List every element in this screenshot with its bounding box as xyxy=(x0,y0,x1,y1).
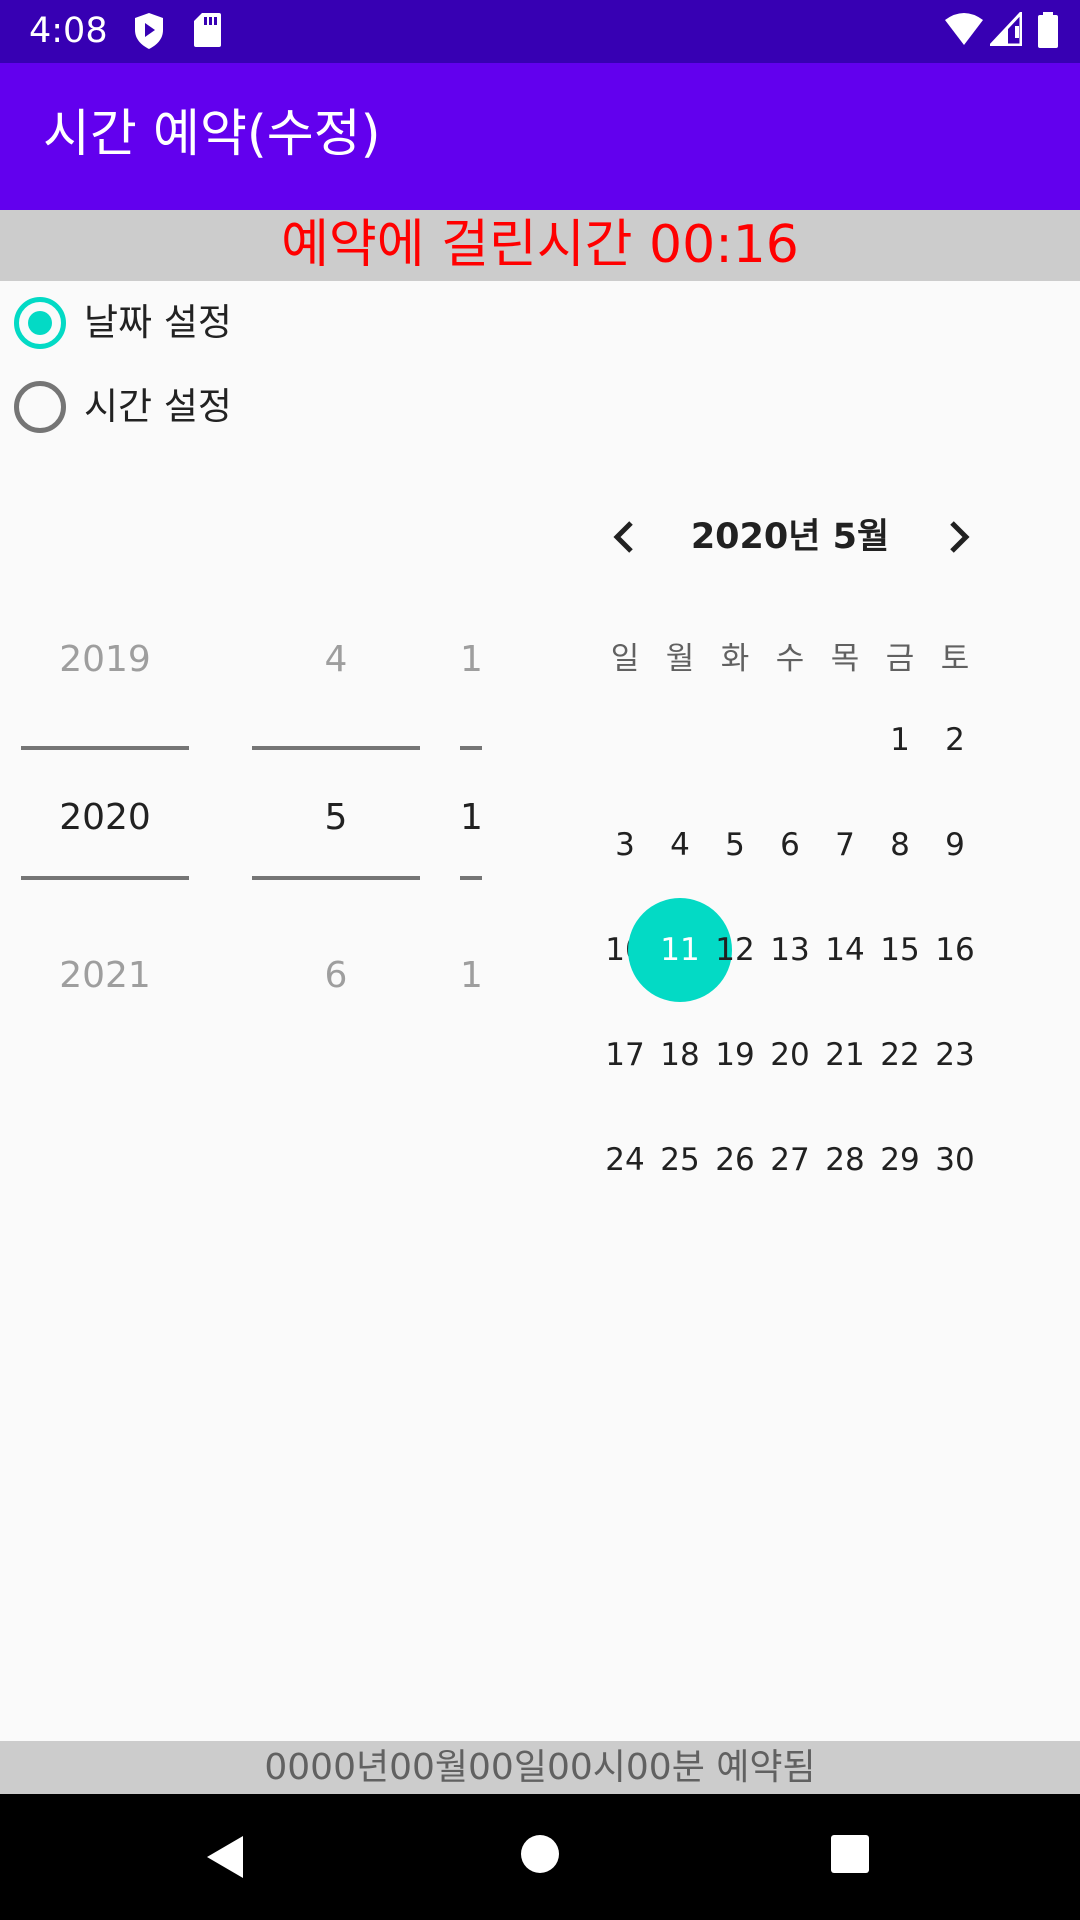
calendar-day[interactable]: 8 xyxy=(872,823,928,867)
picker-divider xyxy=(252,876,420,880)
weekday-label: 금 xyxy=(885,641,915,677)
month-prev-value[interactable]: 4 xyxy=(252,636,420,684)
radio-button-unchecked-icon[interactable] xyxy=(14,381,66,433)
elapsed-time-banner: 예약에 걸린시간 00:16 xyxy=(0,210,1080,281)
calendar-day[interactable]: 18 xyxy=(652,1033,708,1077)
year-picker[interactable]: 2019 2020 2021 xyxy=(21,620,189,1000)
weekday-label: 토 xyxy=(940,641,970,677)
calendar-day[interactable]: 3 xyxy=(597,823,653,867)
radio-date-setting[interactable]: 날짜 설정 xyxy=(14,295,414,351)
radio-time-setting[interactable]: 시간 설정 xyxy=(14,379,414,435)
calendar-day[interactable]: 19 xyxy=(707,1033,763,1077)
picker-divider xyxy=(21,746,189,750)
calendar-day[interactable]: 7 xyxy=(817,823,873,867)
calendar-day[interactable]: 13 xyxy=(762,928,818,972)
calendar-day[interactable]: 15 xyxy=(872,928,928,972)
day-next-value[interactable]: 12 xyxy=(460,952,482,1000)
radio-label-date: 날짜 설정 xyxy=(84,301,232,344)
weekday-label: 화 xyxy=(720,641,750,677)
calendar-day-selected[interactable]: 11 xyxy=(652,928,708,972)
year-current-value[interactable]: 2020 xyxy=(21,794,189,842)
calendar-day[interactable]: 30 xyxy=(927,1138,983,1182)
picker-divider xyxy=(460,876,482,880)
calendar-day[interactable]: 4 xyxy=(652,823,708,867)
app-bar: 시간 예약(수정) xyxy=(0,63,1080,210)
day-current-value[interactable]: 11 xyxy=(460,794,482,842)
navigation-bar xyxy=(0,1794,1080,1920)
month-next-value[interactable]: 6 xyxy=(252,952,420,1000)
page-title: 시간 예약(수정) xyxy=(43,105,381,164)
calendar-day[interactable]: 5 xyxy=(707,823,763,867)
weekday-label: 수 xyxy=(775,641,805,677)
calendar-day[interactable]: 16 xyxy=(927,928,983,972)
weekday-label: 월 xyxy=(665,641,695,677)
calendar-day-grid: 1 2 3 4 5 6 7 8 9 10 11 12 13 14 15 16 17 18 19 20 21 22 23 24 2… xyxy=(595,700,995,1190)
calendar-day[interactable]: 25 xyxy=(652,1138,708,1182)
play-protect-icon xyxy=(135,13,163,49)
day-picker[interactable]: 10 11 12 xyxy=(460,620,482,1000)
calendar-day[interactable]: 23 xyxy=(927,1033,983,1077)
calendar-day[interactable]: 24 xyxy=(597,1138,653,1182)
month-picker[interactable]: 4 5 6 xyxy=(252,620,420,1000)
reservation-status-text: 0000년00월00일00시00분 예약됨 xyxy=(0,1741,1080,1794)
weekday-label: 목 xyxy=(830,641,860,677)
signal-icon xyxy=(990,12,1022,46)
calendar-day[interactable]: 9 xyxy=(927,823,983,867)
sd-card-icon xyxy=(194,13,221,47)
chevron-right-icon[interactable] xyxy=(936,515,980,559)
year-next-value[interactable]: 2021 xyxy=(21,952,189,1000)
radio-label-time: 시간 설정 xyxy=(84,385,232,428)
radio-button-checked-icon[interactable] xyxy=(14,297,66,349)
day-prev-value[interactable]: 10 xyxy=(460,636,482,684)
wifi-icon xyxy=(945,13,983,45)
picker-divider xyxy=(252,746,420,750)
calendar-day[interactable]: 28 xyxy=(817,1138,873,1182)
calendar-day[interactable]: 1 xyxy=(872,718,928,762)
calendar-day[interactable]: 21 xyxy=(817,1033,873,1077)
status-bar: 4:08 xyxy=(0,0,1080,63)
calendar-day[interactable]: 22 xyxy=(872,1033,928,1077)
year-prev-value[interactable]: 2019 xyxy=(21,636,189,684)
calendar-month-label: 2020년 5월 xyxy=(690,517,890,557)
calendar-day[interactable]: 17 xyxy=(597,1033,653,1077)
calendar-day[interactable]: 12 xyxy=(707,928,763,972)
calendar-day[interactable]: 2 xyxy=(927,718,983,762)
calendar-day[interactable]: 14 xyxy=(817,928,873,972)
calendar-day[interactable]: 26 xyxy=(707,1138,763,1182)
calendar-day[interactable]: 6 xyxy=(762,823,818,867)
calendar-day[interactable]: 20 xyxy=(762,1033,818,1077)
picker-divider xyxy=(21,876,189,880)
calendar-day[interactable]: 27 xyxy=(762,1138,818,1182)
recents-icon[interactable] xyxy=(830,1834,870,1874)
battery-icon xyxy=(1038,12,1058,48)
month-current-value[interactable]: 5 xyxy=(252,794,420,842)
picker-divider xyxy=(460,746,482,750)
calendar-day[interactable]: 29 xyxy=(872,1138,928,1182)
home-icon[interactable] xyxy=(520,1834,560,1874)
chevron-left-icon[interactable] xyxy=(603,515,647,559)
weekday-label: 일 xyxy=(610,641,640,677)
status-time: 4:08 xyxy=(29,11,108,51)
back-icon[interactable] xyxy=(203,1834,247,1880)
